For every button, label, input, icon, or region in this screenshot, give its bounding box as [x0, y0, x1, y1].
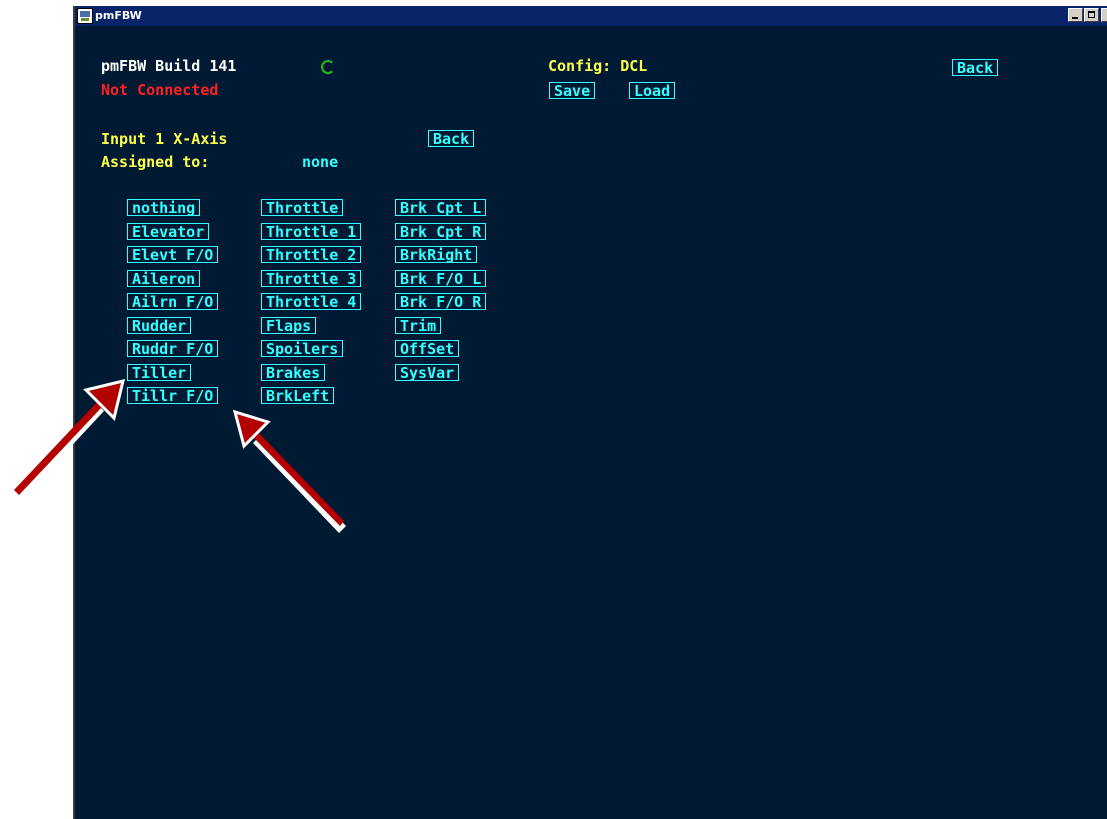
arrow-left — [12, 378, 126, 501]
annotation-arrows — [12, 378, 346, 533]
screenshot-stage: pmFBW pmFBW Build 141 Not Connected Conf… — [0, 0, 1107, 819]
arrow-right — [232, 409, 346, 533]
